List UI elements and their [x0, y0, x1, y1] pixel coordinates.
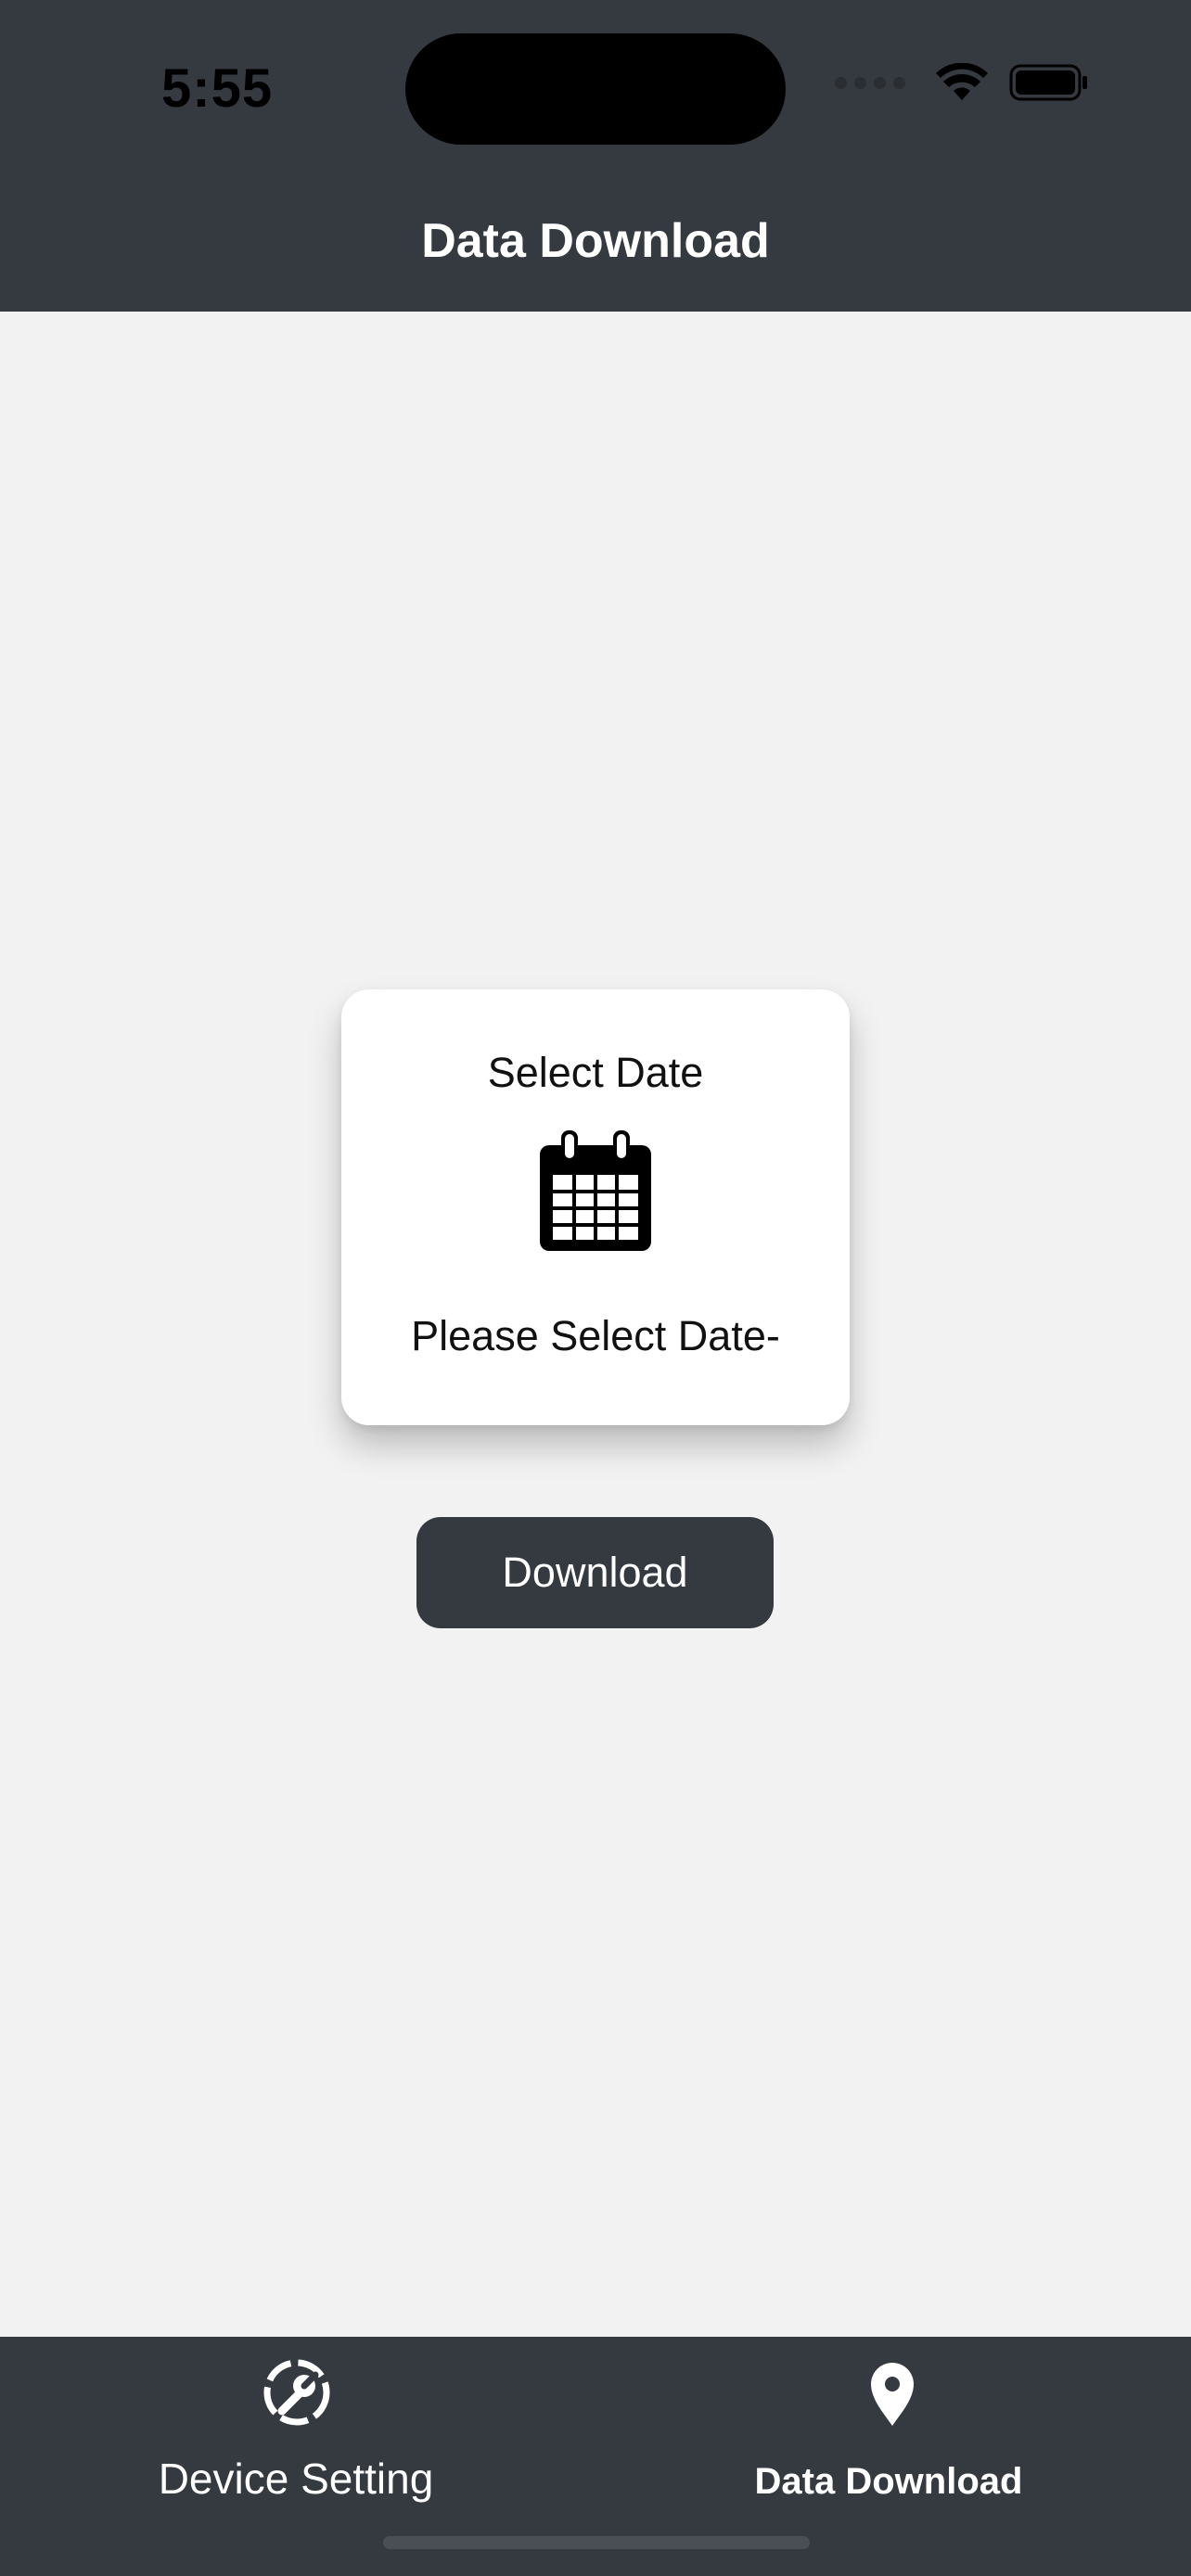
wifi-icon	[936, 63, 988, 100]
page-title: Data Download	[421, 214, 770, 268]
tab-device-setting[interactable]: Device Setting	[0, 2337, 596, 2522]
dynamic-island	[405, 33, 786, 145]
location-pin-icon	[871, 2363, 914, 2426]
wrench-gear-icon	[263, 2359, 330, 2426]
download-button[interactable]: Download	[416, 1517, 774, 1628]
status-icons	[835, 63, 1089, 102]
app-header: 5:55 Data Download	[0, 0, 1191, 312]
tab-device-setting-label: Device Setting	[158, 2455, 434, 2503]
home-indicator	[383, 2536, 810, 2549]
signal-dots-icon	[835, 76, 905, 89]
select-date-label: Select Date	[487, 1049, 704, 1096]
battery-icon	[1009, 64, 1087, 101]
date-select-card[interactable]: Select Date Please Select Date-	[341, 989, 850, 1425]
tab-bar: Device Setting Data Download	[0, 2337, 1191, 2576]
calendar-icon[interactable]	[538, 1129, 653, 1253]
tab-data-download-label: Data Download	[754, 2461, 1023, 2502]
selected-date-value: Please Select Date-	[411, 1312, 780, 1359]
tab-data-download[interactable]: Data Download	[596, 2337, 1191, 2522]
status-time: 5:55	[161, 58, 274, 119]
